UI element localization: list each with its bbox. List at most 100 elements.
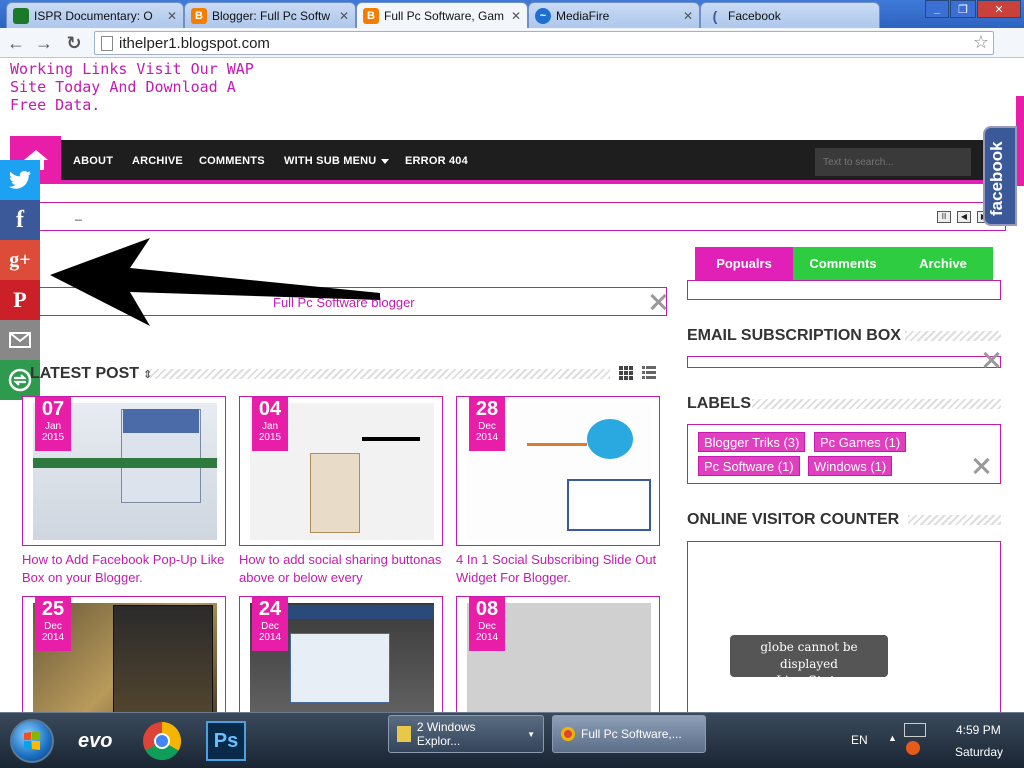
visitor-counter-box: globe cannot be displayed Live Stats: [687, 541, 1001, 712]
labels-box: Blogger Triks (3) Pc Games (1) Pc Softwa…: [687, 424, 1001, 484]
post-day: 25: [41, 598, 65, 620]
mediafire-icon: ~: [535, 7, 551, 24]
browser-tab-2[interactable]: B Blogger: Full Pc Softw ✕: [184, 2, 356, 28]
post-card[interactable]: 24 Dec 2014: [239, 596, 443, 712]
browser-tab-3[interactable]: B Full Pc Software, Gam ✕: [356, 2, 528, 28]
folder-icon: [397, 726, 411, 742]
main-navigation: ABOUT ARCHIVE COMMENTS WITH SUB MENU ERR…: [10, 136, 1006, 184]
post-card[interactable]: 28 Dec 2014: [456, 396, 660, 546]
close-window-button[interactable]: ✕: [977, 0, 1021, 18]
search-input[interactable]: [815, 148, 971, 176]
close-icon[interactable]: ✕: [511, 9, 521, 23]
tools-icon[interactable]: [982, 351, 1000, 369]
language-indicator[interactable]: EN: [851, 733, 868, 747]
reload-button[interactable]: ↻: [64, 33, 84, 53]
chevron-down-icon: [381, 158, 390, 164]
post-day: 04: [258, 398, 282, 420]
tray-expand-icon[interactable]: ▲: [888, 733, 897, 743]
app-tray-icon[interactable]: [906, 741, 920, 755]
pakistan-flag-icon: [13, 7, 29, 24]
tab-title: Blogger: Full Pc Softw: [212, 8, 331, 23]
nav-comments[interactable]: COMMENTS: [199, 155, 265, 167]
post-title-2[interactable]: How to add social sharing buttonas above…: [239, 551, 443, 587]
clock-day[interactable]: Saturday: [955, 745, 1003, 759]
start-button[interactable]: [10, 719, 54, 763]
clock-time[interactable]: 4:59 PM: [956, 723, 1001, 737]
globe-message: globe cannot be displayed: [760, 640, 858, 671]
bookmark-star-icon[interactable]: ☆: [973, 32, 989, 53]
post-card[interactable]: 04 Jan 2015: [239, 396, 443, 546]
url-text: ithelper1.blogspot.com: [119, 35, 270, 52]
google-plus-icon[interactable]: g+: [0, 240, 40, 280]
post-card[interactable]: 07 Jan 2015: [22, 396, 226, 546]
taskbar-chrome-window[interactable]: Full Pc Software,...: [552, 715, 706, 753]
post-date: 24 Dec 2014: [252, 597, 288, 651]
post-card[interactable]: 08 Dec 2014: [456, 596, 660, 712]
browser-tab-1[interactable]: ISPR Documentary: O ✕: [6, 2, 184, 28]
top-note[interactable]: Working Links Visit Our WAP Site Today A…: [10, 60, 270, 114]
tools-icon[interactable]: [972, 457, 990, 475]
close-icon[interactable]: ✕: [683, 9, 693, 23]
twitter-icon[interactable]: [0, 160, 40, 200]
email-subscription-title: EMAIL SUBSCRIPTION BOX: [687, 327, 901, 344]
chrome-icon[interactable]: [142, 721, 182, 761]
label-pc-software[interactable]: Pc Software (1): [698, 456, 800, 476]
pinterest-icon[interactable]: P: [0, 280, 40, 320]
nav-with-sub-menu[interactable]: WITH SUB MENU: [284, 155, 390, 167]
address-toolbar: ← → ↻ ithelper1.blogspot.com ☆: [0, 28, 1024, 79]
browser-tab-5[interactable]: ( Facebook: [700, 2, 880, 28]
post-card[interactable]: 25 Dec 2014: [22, 596, 226, 712]
post-date: 25 Dec 2014: [35, 597, 71, 651]
facebook-share-icon[interactable]: f: [0, 200, 40, 240]
label-pc-games[interactable]: Pc Games (1): [814, 432, 907, 452]
tab-title: ISPR Documentary: O: [34, 8, 153, 23]
live-stats-link[interactable]: Live Stats: [730, 673, 888, 690]
close-icon[interactable]: ✕: [339, 9, 349, 23]
network-icon[interactable]: [904, 723, 926, 737]
taskbar-button-label: 2 Windows Explor...: [416, 720, 476, 748]
post-title-3[interactable]: 4 In 1 Social Subscribing Slide Out Widg…: [456, 551, 660, 587]
nav-about[interactable]: ABOUT: [73, 155, 113, 167]
grid-view-icon[interactable]: [619, 366, 633, 380]
prev-icon[interactable]: ◀: [957, 211, 971, 223]
list-view-icon[interactable]: [642, 366, 656, 380]
tabs-content-box: [687, 280, 1001, 300]
post-month: Jan: [261, 421, 279, 432]
nav-error-404[interactable]: ERROR 404: [405, 155, 468, 167]
maximize-button[interactable]: ❐: [950, 0, 976, 18]
post-year: 2014: [475, 632, 499, 643]
tab-comments[interactable]: Comments: [793, 247, 893, 280]
post-title-1[interactable]: How to Add Facebook Pop-Up Like Box on y…: [22, 551, 226, 587]
email-icon[interactable]: [0, 320, 40, 360]
minimize-button[interactable]: _: [925, 0, 949, 18]
post-date: 28 Dec 2014: [469, 397, 505, 451]
evo-app-icon[interactable]: evo: [78, 721, 118, 761]
nav-archive[interactable]: ARCHIVE: [132, 155, 183, 167]
post-day: 24: [258, 598, 282, 620]
arrow-annotation: [50, 238, 380, 326]
taskbar-windows-explorer[interactable]: 2 Windows Explor... ▼: [388, 715, 544, 753]
photoshop-icon[interactable]: Ps: [206, 721, 246, 761]
post-year: 2014: [475, 432, 499, 443]
close-icon[interactable]: ✕: [167, 9, 177, 23]
tools-icon[interactable]: [649, 293, 667, 311]
post-day: 28: [475, 398, 499, 420]
chrome-small-icon: [561, 727, 575, 741]
post-month: Dec: [478, 421, 496, 432]
url-bar[interactable]: ithelper1.blogspot.com ☆: [94, 31, 994, 55]
section-stripes: [905, 331, 1001, 341]
tab-populars[interactable]: Popualrs: [695, 247, 793, 280]
tab-archive[interactable]: Archive: [893, 247, 993, 280]
facebook-slide-tab[interactable]: facebook: [983, 126, 1017, 226]
facebook-tab-label: facebook: [987, 141, 1006, 216]
pause-icon[interactable]: II: [937, 211, 951, 223]
post-day: 07: [41, 398, 65, 420]
post-date: 04 Jan 2015: [252, 397, 288, 451]
label-blogger-triks[interactable]: Blogger Triks (3): [698, 432, 806, 452]
browser-tab-4[interactable]: ~ MediaFire ✕: [528, 2, 700, 28]
label-windows[interactable]: Windows (1): [808, 456, 893, 476]
back-button[interactable]: ←: [6, 33, 26, 53]
blogger-icon: B: [191, 7, 207, 24]
labels-title: LABELS: [687, 395, 751, 412]
forward-button[interactable]: →: [34, 33, 54, 53]
